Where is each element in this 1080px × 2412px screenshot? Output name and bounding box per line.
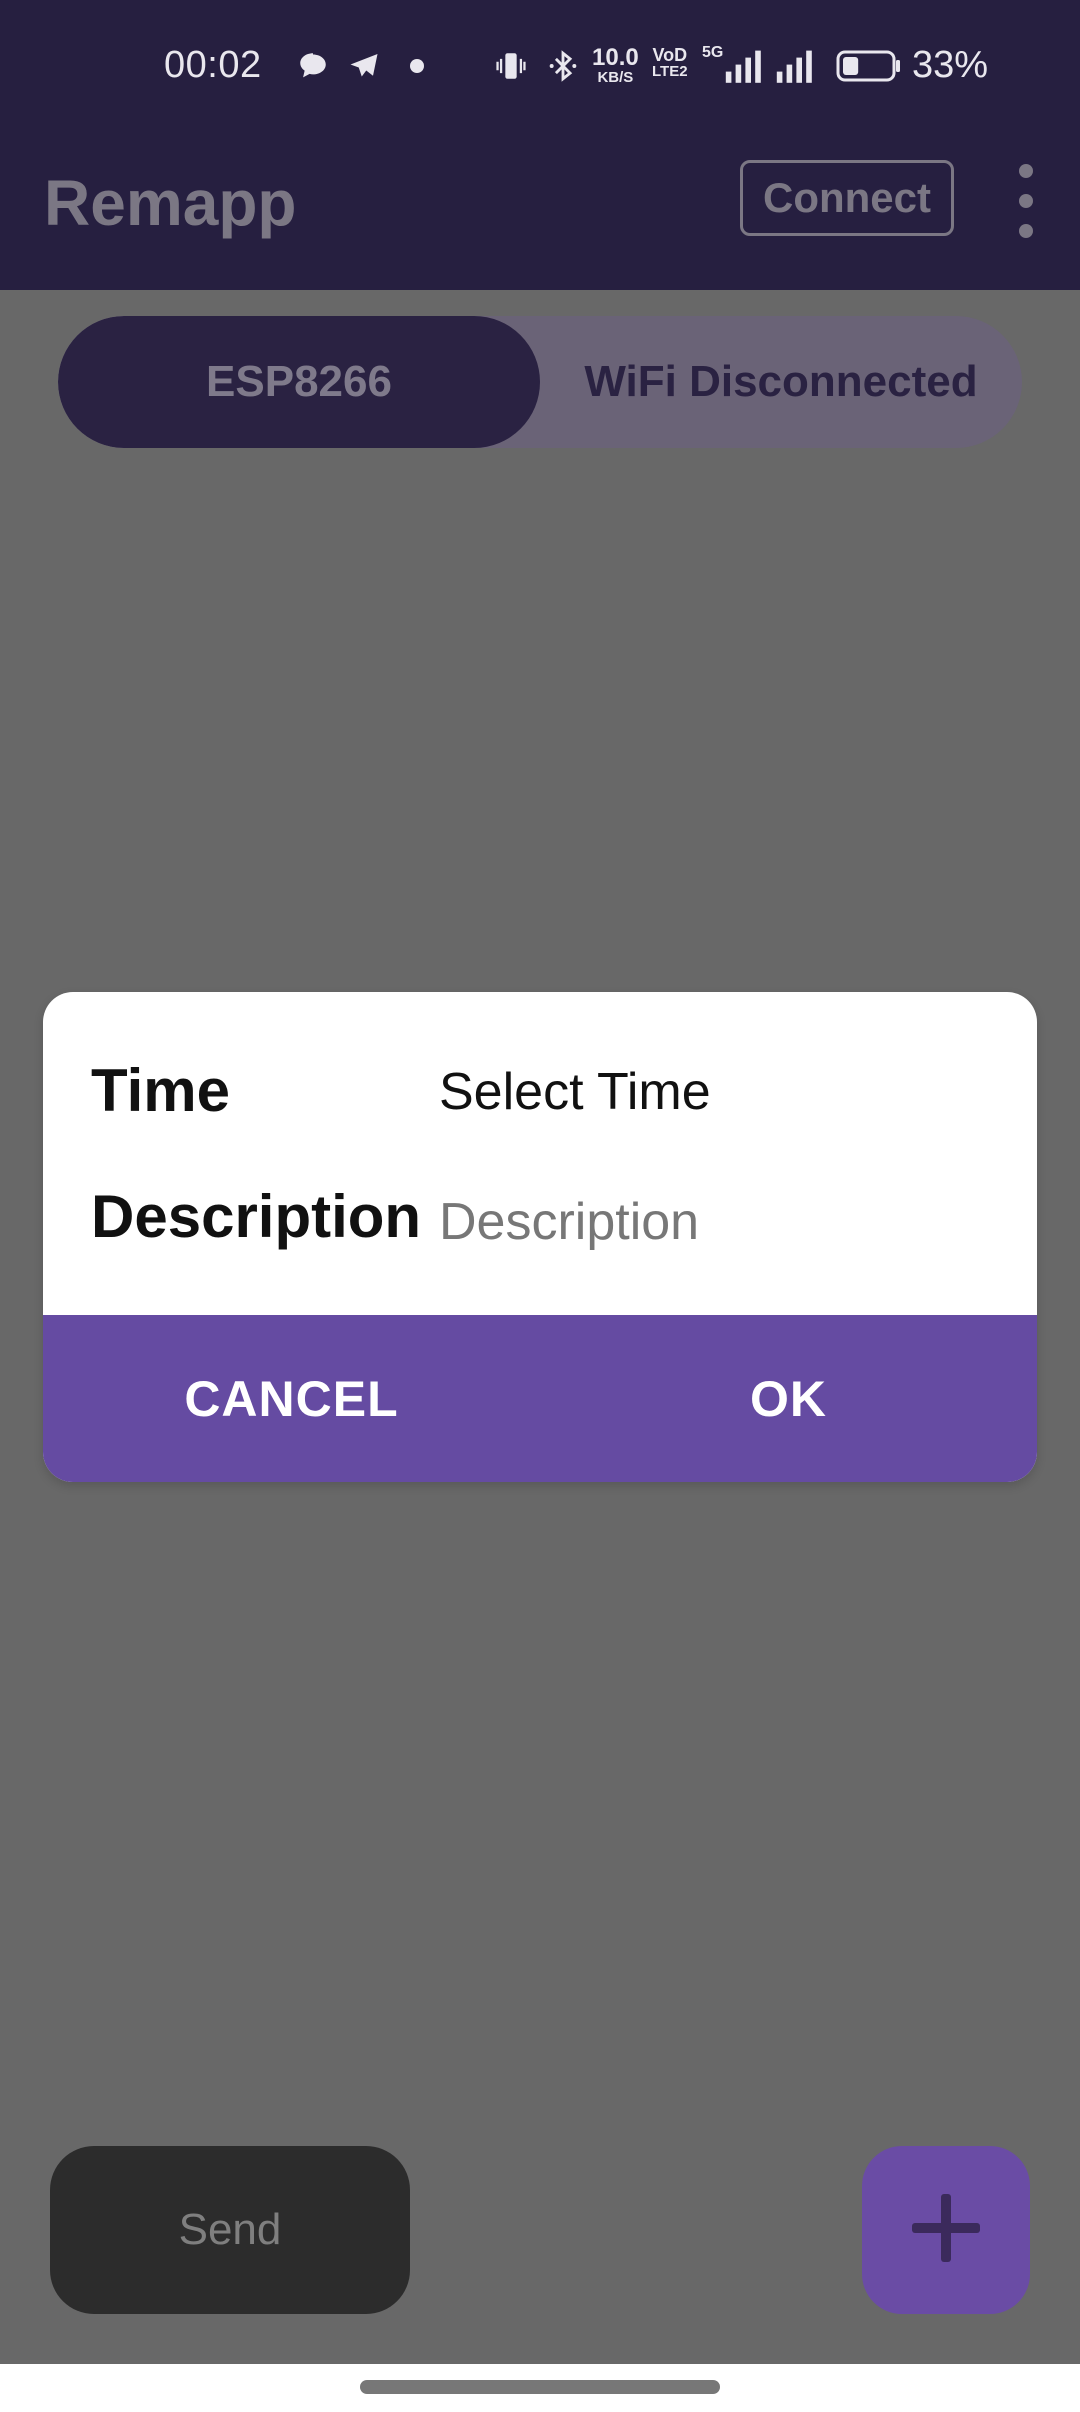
dialog-actions: CANCEL OK: [43, 1315, 1037, 1482]
signal-5g-icon: 5G: [702, 44, 765, 86]
dot-icon: [410, 46, 424, 86]
net-speed-unit: KB/S: [597, 69, 634, 86]
net-speed-value: 10.0: [592, 44, 639, 71]
battery-percent: 33%: [912, 44, 989, 86]
vibrate-icon: [494, 46, 528, 86]
telegram-icon: [346, 46, 382, 86]
battery-icon: [836, 46, 902, 86]
net-speed: 10.0 KB/S: [592, 46, 639, 86]
volte-indicator: VoD LTE2: [652, 46, 688, 86]
time-picker[interactable]: Select Time: [439, 1062, 711, 1122]
more-vert-icon[interactable]: [1014, 164, 1038, 238]
segment-esp8266[interactable]: ESP8266: [58, 316, 540, 448]
description-label: Description: [91, 1183, 422, 1250]
volte-top: VoD: [652, 45, 688, 65]
navigation-bar: [0, 2364, 1080, 2412]
status-bar: 00:02 10.0 KB/S VoD LTE2 5G 33%: [0, 0, 1080, 138]
volte-bottom: LTE2: [652, 63, 688, 80]
network-type: 5G: [702, 44, 724, 61]
status-time: 00:02: [164, 44, 262, 86]
plus-icon: [908, 2190, 984, 2271]
app-bar: Remapp Connect: [0, 138, 1080, 290]
send-button[interactable]: Send: [50, 2146, 410, 2314]
chat-bubble-icon: [296, 46, 330, 86]
add-item-dialog: Time Select Time Description CANCEL OK: [43, 992, 1037, 1482]
bluetooth-icon: [546, 46, 580, 86]
home-gesture-handle[interactable]: [360, 2380, 720, 2394]
add-button[interactable]: [862, 2146, 1030, 2314]
time-label: Time: [91, 1057, 230, 1124]
signal-icon: [774, 46, 816, 86]
connection-toggle: WiFi Disconnected ESP8266: [58, 316, 1022, 448]
segment-wifi-disconnected[interactable]: WiFi Disconnected: [540, 316, 1022, 448]
cancel-button[interactable]: CANCEL: [43, 1315, 540, 1482]
ok-button[interactable]: OK: [540, 1315, 1037, 1482]
connect-button[interactable]: Connect: [740, 160, 954, 236]
description-input[interactable]: [439, 1182, 999, 1262]
app-title: Remapp: [44, 167, 297, 239]
